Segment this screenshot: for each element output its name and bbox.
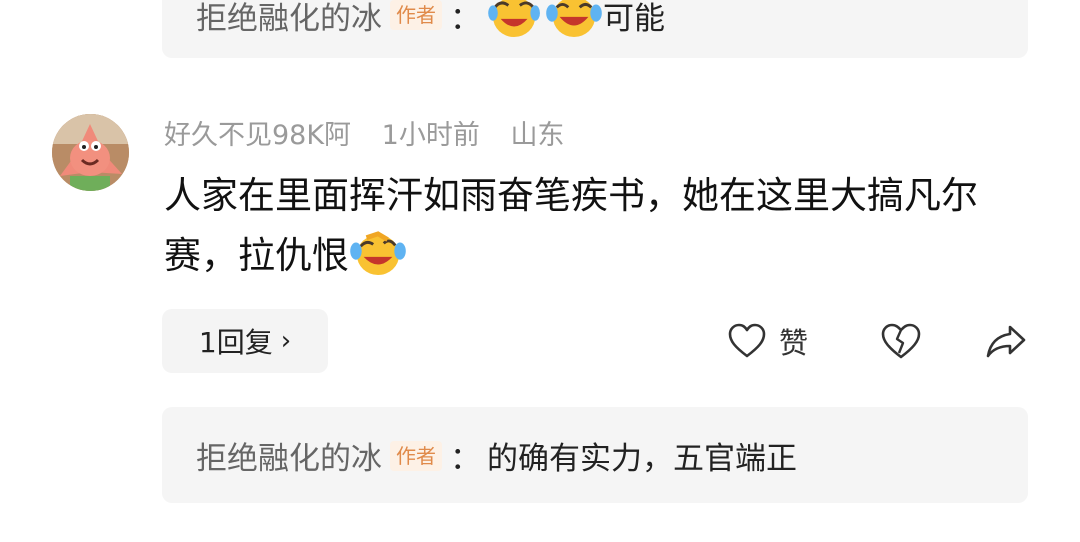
comment-meta: 好久不见98K阿 1小时前 山东 — [164, 116, 586, 156]
reply-separator: ： — [450, 441, 481, 477]
chevron-right-icon: › — [280, 326, 292, 356]
view-replies-label: 1回复 — [198, 326, 273, 359]
like-button[interactable]: 赞 — [727, 318, 808, 364]
reply-line: 拒绝融化的冰 作者 ： 的确有实力，五官端正 — [196, 433, 797, 478]
comment-content: 人家在里面挥汗如雨奋笔疾书，她在这里大搞凡尔赛，拉仇恨 — [164, 166, 1024, 286]
reply-separator: ： — [450, 0, 481, 37]
comment-location: 山东 — [510, 120, 565, 151]
broken-heart-icon — [881, 323, 921, 359]
comment-username[interactable]: 好久不见98K阿 — [164, 120, 351, 151]
comment-time: 1小时前 — [381, 120, 480, 151]
author-tag: 作者 — [390, 0, 442, 30]
author-tag: 作者 — [390, 440, 442, 471]
avatar[interactable] — [52, 114, 129, 191]
reply-text: 可能 — [603, 0, 665, 37]
comment-text: 人家在里面挥汗如雨奋笔疾书，她在这里大搞凡尔赛，拉仇恨 — [164, 174, 978, 277]
reply-author-name[interactable]: 拒绝融化的冰 — [196, 433, 382, 478]
laughing-crying-emoji-icon — [487, 0, 545, 38]
share-arrow-icon — [986, 325, 1026, 358]
reply-text: 的确有实力，五官端正 — [487, 441, 797, 477]
view-replies-button[interactable]: 1回复 › — [162, 309, 328, 373]
reply-box-top[interactable]: 拒绝融化的冰 作者 ： 可能 — [162, 0, 1028, 58]
heart-outline-icon — [728, 323, 766, 358]
reply-author-name[interactable]: 拒绝融化的冰 — [196, 0, 382, 38]
reply-line: 拒绝融化的冰 作者 ： 可能 — [196, 0, 665, 38]
laughing-crying-emoji-icon — [349, 231, 407, 277]
share-button[interactable] — [984, 318, 1028, 364]
patrick-star-avatar-icon — [52, 114, 129, 191]
reply-box-bottom[interactable]: 拒绝融化的冰 作者 ： 的确有实力，五官端正 — [162, 407, 1028, 503]
dislike-button[interactable] — [880, 318, 922, 364]
laughing-crying-emoji-icon — [545, 0, 603, 38]
like-label: 赞 — [779, 326, 809, 360]
